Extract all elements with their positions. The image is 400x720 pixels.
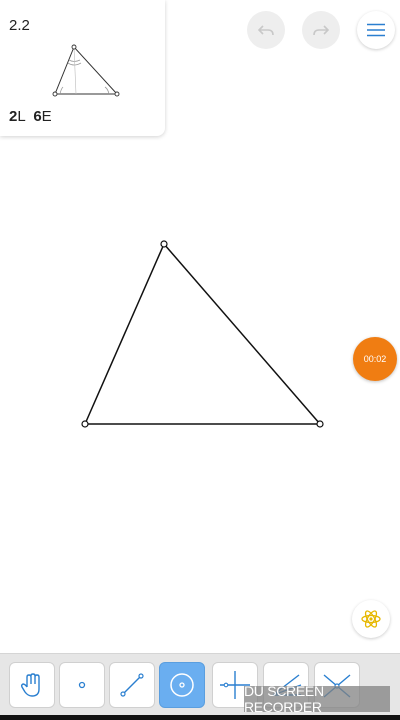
timer-label: 00:02 xyxy=(363,354,387,364)
redo-icon xyxy=(313,25,330,36)
level-card[interactable]: 2.2 2L 6E xyxy=(0,0,165,136)
vertex-bottom-right xyxy=(316,420,324,428)
hamburger-menu-icon xyxy=(367,23,385,37)
vertex-top xyxy=(160,240,168,248)
point-icon xyxy=(78,681,86,689)
circle-icon xyxy=(170,673,194,697)
line-segment-icon xyxy=(120,673,144,697)
menu-button[interactable] xyxy=(357,11,395,49)
triangle-side-left xyxy=(84,243,165,425)
bottom-strip xyxy=(0,715,400,720)
hand-tool[interactable] xyxy=(9,662,55,708)
vertex-bottom-left xyxy=(81,420,89,428)
undo-button[interactable] xyxy=(247,11,285,49)
circle-tool[interactable] xyxy=(159,662,205,708)
hint-button[interactable] xyxy=(352,600,390,638)
triangle-side-right xyxy=(163,243,321,425)
level-score: 2L 6E xyxy=(9,108,52,125)
score-l-unit: L xyxy=(17,108,26,125)
line-tool[interactable] xyxy=(109,662,155,708)
point-tool[interactable] xyxy=(59,662,105,708)
redo-button[interactable] xyxy=(302,11,340,49)
level-number: 2.2 xyxy=(9,17,30,34)
timer-badge[interactable]: 00:02 xyxy=(353,337,397,381)
score-e-unit: E xyxy=(41,108,52,125)
undo-icon xyxy=(257,25,274,36)
screen-recorder-watermark: DU SCREEN RECORDER xyxy=(244,683,390,715)
score-e-value: 6 xyxy=(33,108,42,125)
level-preview-thumbnail xyxy=(52,44,120,97)
construction-canvas[interactable] xyxy=(0,140,400,650)
hand-icon xyxy=(20,673,40,697)
atom-hint-icon xyxy=(361,610,381,628)
